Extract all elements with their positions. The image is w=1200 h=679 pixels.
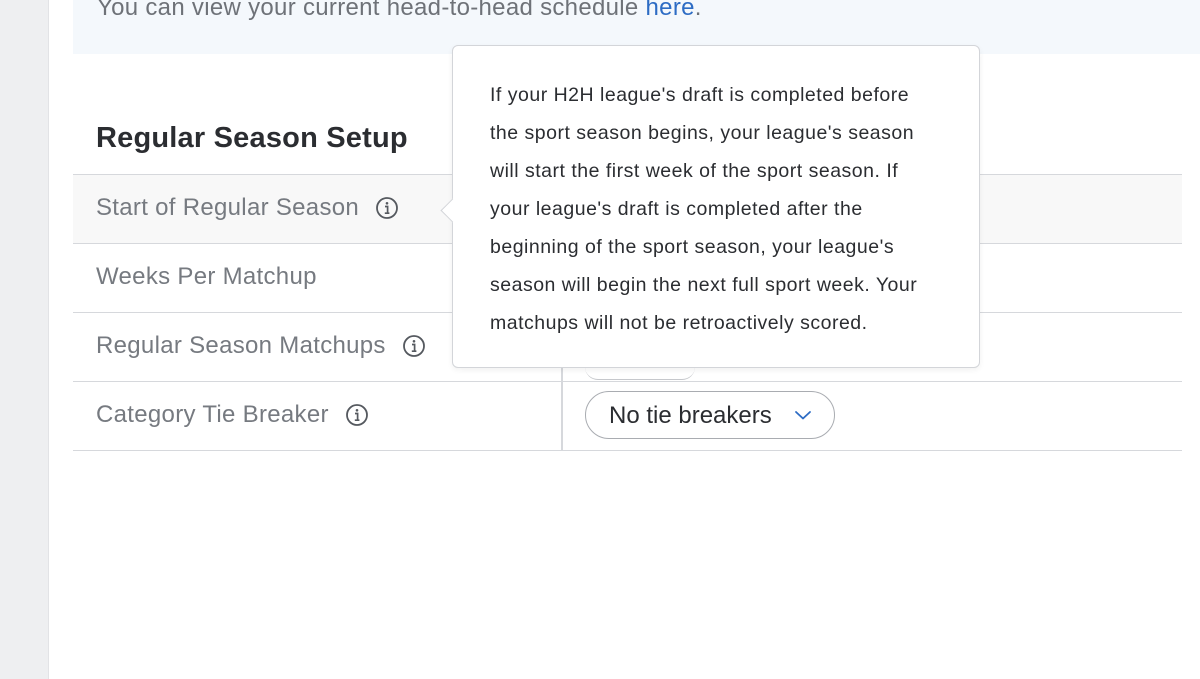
- notice-trailing: .: [694, 0, 702, 21]
- column-divider: [561, 382, 563, 450]
- tie-breaker-select[interactable]: No tie breakers: [585, 391, 835, 439]
- left-rail: [0, 0, 49, 679]
- row-label: Weeks Per Matchup: [96, 263, 317, 291]
- info-tooltip: If your H2H league's draft is completed …: [440, 45, 980, 368]
- row-label-text: Weeks Per Matchup: [96, 263, 317, 290]
- row-label: Category Tie Breaker: [96, 401, 369, 429]
- row-label: Regular Season Matchups: [96, 332, 426, 360]
- row-label-text: Regular Season Matchups: [96, 332, 386, 359]
- tie-breaker-select-value: No tie breakers: [609, 402, 772, 429]
- notice-text: You can view your current head-to-head s…: [97, 0, 646, 21]
- row-label-text: Start of Regular Season: [96, 194, 360, 221]
- tooltip-text: If your H2H league's draft is completed …: [490, 84, 918, 334]
- settings-row-category-tie-breaker: Category Tie Breaker No tie breakers: [73, 382, 1182, 451]
- info-icon[interactable]: [345, 403, 369, 427]
- info-icon[interactable]: [375, 196, 399, 220]
- schedule-here-link[interactable]: here: [646, 0, 695, 21]
- row-label: Start of Regular Season: [96, 194, 399, 222]
- section-title: Regular Season Setup: [96, 122, 408, 154]
- chevron-down-icon: [795, 411, 811, 420]
- schedule-notice-text: You can view your current head-to-head s…: [97, 0, 702, 22]
- row-label-text: Category Tie Breaker: [96, 401, 329, 428]
- info-icon[interactable]: [402, 334, 426, 358]
- matchups-select-partial[interactable]: [585, 367, 695, 380]
